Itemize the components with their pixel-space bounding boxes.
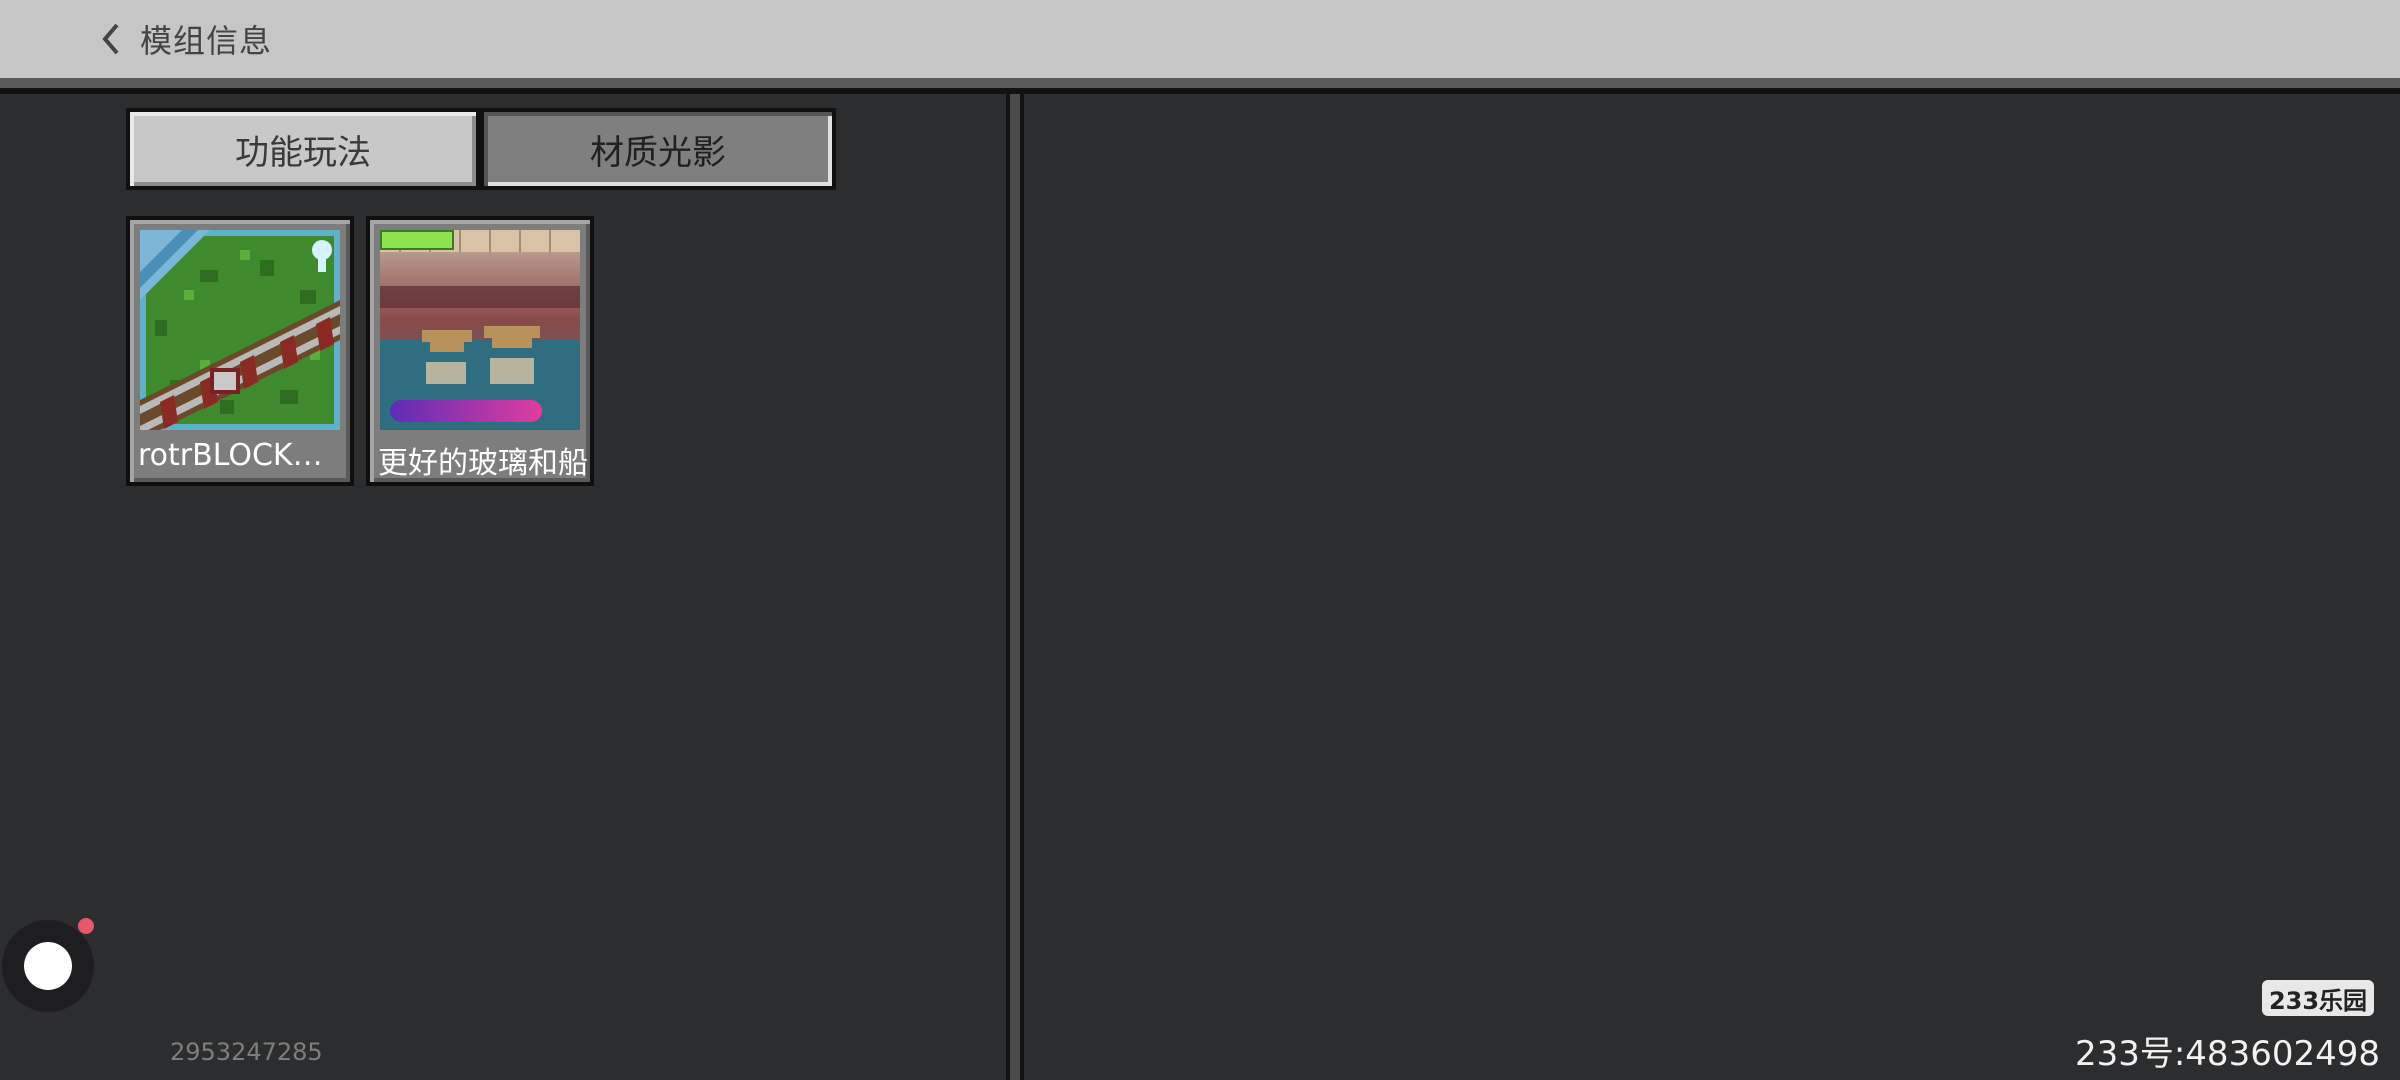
back-button[interactable]: 模组信息 xyxy=(100,14,272,64)
brand-logo: 233乐园 xyxy=(2262,980,2374,1016)
top-bar-border xyxy=(0,88,2400,94)
top-bar xyxy=(0,0,2400,78)
user-id-watermark: 2953247285 xyxy=(170,1038,323,1066)
mod-name: rotrBLOCK… xyxy=(138,438,323,473)
account-number: 233号:483602498 xyxy=(2074,1034,2380,1074)
panel-divider-edge xyxy=(1020,94,1024,1080)
tab-textures-shaders-label: 材质光影 xyxy=(590,132,726,173)
mod-name: 更好的玻璃和船 xyxy=(378,446,588,478)
assistant-circle-icon xyxy=(24,942,72,990)
page-title: 模组信息 xyxy=(140,22,273,60)
chevron-left-icon[interactable] xyxy=(100,22,122,56)
tab-gameplay-label: 功能玩法 xyxy=(235,132,371,173)
mod-thumbnail-rotrblock xyxy=(140,230,340,430)
tab-gameplay[interactable]: 功能玩法 xyxy=(126,108,480,190)
mod-thumbnail-better-glass-boats xyxy=(380,230,580,430)
mod-card-rotrblock[interactable]: rotrBLOCK… xyxy=(126,216,354,486)
panel-divider-inner xyxy=(1010,94,1020,1080)
mod-card-better-glass-boats[interactable]: 更好的玻璃和船 xyxy=(366,216,594,486)
floating-assistant-button[interactable] xyxy=(2,920,94,1012)
tab-textures-shaders[interactable]: 材质光影 xyxy=(480,108,836,190)
notification-dot xyxy=(78,918,94,934)
